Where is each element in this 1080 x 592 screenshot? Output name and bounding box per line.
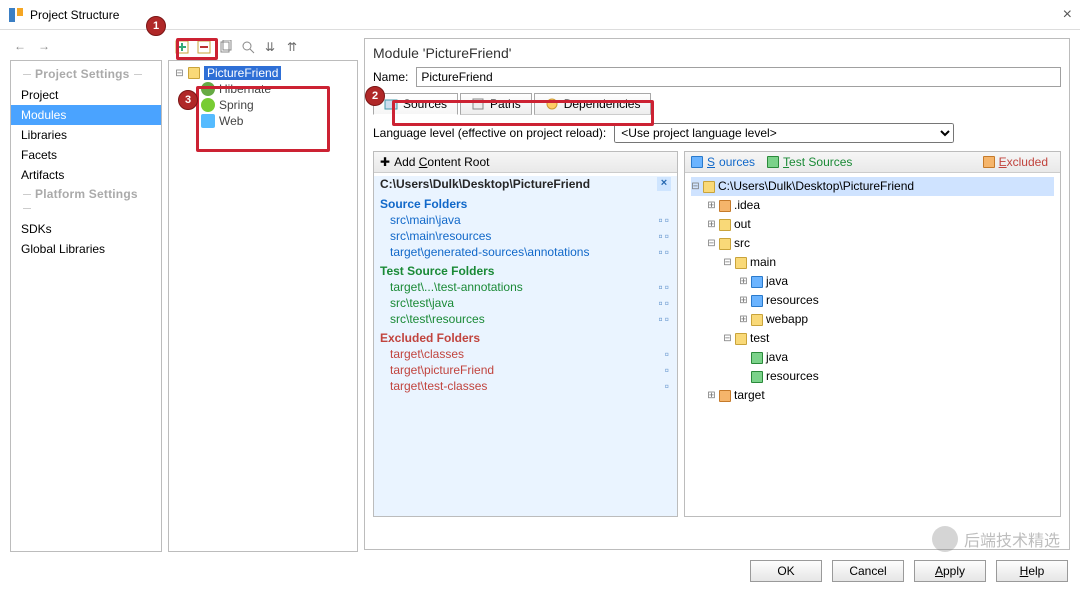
dir-root[interactable]: ⊟C:\Users\Dulk\Desktop\PictureFriend — [691, 177, 1054, 196]
dir-node[interactable]: ⊞.idea — [691, 196, 1054, 215]
deps-tab-icon — [545, 97, 559, 111]
window-title: Project Structure — [30, 8, 119, 22]
dir-node[interactable]: ⊟test — [691, 329, 1054, 348]
source-folders-header: Source Folders — [374, 193, 677, 212]
test-folder[interactable]: src\test\resources▫▫ — [374, 311, 677, 327]
hibernate-icon — [201, 82, 215, 96]
dir-node[interactable]: ⊞webapp — [691, 310, 1054, 329]
folder-actions[interactable]: ▫▫ — [658, 296, 671, 310]
module-tree: ⊟ PictureFriend Hibernate Spring Web — [168, 60, 358, 552]
excluded-legend[interactable]: Excluded — [999, 155, 1048, 169]
cancel-button[interactable]: Cancel — [832, 560, 904, 582]
add-content-root-icon[interactable]: ✚ — [380, 155, 390, 169]
back-icon[interactable]: ← — [12, 38, 28, 54]
web-icon — [201, 114, 215, 128]
paths-tab-icon — [471, 97, 485, 111]
watermark: 后端技术精选 — [932, 526, 1060, 552]
search-icon[interactable] — [240, 39, 256, 55]
app-logo-icon — [8, 7, 24, 23]
section-project-settings: Project Settings — [11, 65, 161, 85]
callout-2: 2 — [365, 86, 385, 106]
spring-icon — [201, 98, 215, 112]
remove-module-icon[interactable] — [196, 39, 212, 55]
excluded-folders-header: Excluded Folders — [374, 327, 677, 346]
test-folder[interactable]: target\...\test-annotations▫▫ — [374, 279, 677, 295]
test-folder[interactable]: src\test\java▫▫ — [374, 295, 677, 311]
test-folders-header: Test Source Folders — [374, 260, 677, 279]
settings-nav: Project Settings Project Modules Librari… — [10, 60, 162, 552]
module-toolbar: ⇊ ⇈ — [168, 38, 358, 60]
dir-node[interactable]: ⊟main — [691, 253, 1054, 272]
folder-actions[interactable]: ▫▫ — [658, 229, 671, 243]
folder-actions[interactable]: ▫ — [665, 379, 671, 393]
folder-actions[interactable]: ▫▫ — [658, 312, 671, 326]
help-button[interactable]: Help — [996, 560, 1068, 582]
folder-actions[interactable]: ▫ — [665, 347, 671, 361]
tab-paths[interactable]: Paths — [460, 93, 532, 115]
expand-all-icon[interactable]: ⇊ — [262, 39, 278, 55]
remove-root-icon[interactable]: × — [657, 177, 671, 191]
apply-button[interactable]: Apply — [914, 560, 986, 582]
close-icon[interactable]: × — [1063, 6, 1072, 24]
tests-legend-icon — [767, 156, 779, 168]
ok-button[interactable]: OK — [750, 560, 822, 582]
folder-actions[interactable]: ▫▫ — [658, 280, 671, 294]
nav-modules[interactable]: Modules — [11, 105, 161, 125]
dir-node[interactable]: ⊞resources — [691, 291, 1054, 310]
dir-node[interactable]: ⊞out — [691, 215, 1054, 234]
folder-actions[interactable]: ▫▫ — [658, 213, 671, 227]
collapse-icon[interactable]: ⊟ — [175, 68, 184, 79]
collapse-all-icon[interactable]: ⇈ — [284, 39, 300, 55]
facet-hibernate[interactable]: Hibernate — [175, 81, 351, 97]
add-module-icon[interactable] — [174, 39, 190, 55]
sources-legend-icon — [691, 156, 703, 168]
facet-spring[interactable]: Spring — [175, 97, 351, 113]
source-folder[interactable]: src\main\java▫▫ — [374, 212, 677, 228]
callout-1: 1 — [146, 16, 166, 36]
tab-dependencies[interactable]: Dependencies — [534, 93, 652, 115]
forward-icon[interactable]: → — [36, 38, 52, 54]
name-label: Name: — [373, 70, 408, 84]
dir-node[interactable]: ⊞java — [691, 272, 1054, 291]
nav-libraries[interactable]: Libraries — [11, 125, 161, 145]
module-icon — [188, 67, 200, 79]
copy-icon[interactable] — [218, 39, 234, 55]
content-root-panel: ✚ Add Content Root C:\Users\Dulk\Desktop\… — [373, 151, 678, 517]
module-root[interactable]: ⊟ PictureFriend — [175, 65, 351, 81]
tab-sources[interactable]: Sources — [373, 93, 458, 115]
dir-node[interactable]: resources — [691, 367, 1054, 386]
source-folder[interactable]: src\main\resources▫▫ — [374, 228, 677, 244]
folder-actions[interactable]: ▫▫ — [658, 245, 671, 259]
nav-global-libraries[interactable]: Global Libraries — [11, 239, 161, 259]
dir-node[interactable]: ⊞target — [691, 386, 1054, 405]
module-name-input[interactable] — [416, 67, 1061, 87]
language-level-select[interactable]: <Use project language level> — [614, 123, 954, 143]
dir-node[interactable]: ⊟src — [691, 234, 1054, 253]
nav-sdks[interactable]: SDKs — [11, 219, 161, 239]
directory-tree-panel: SSourcesources Test Sources Excluded ⊟C:… — [684, 151, 1061, 517]
excluded-folder[interactable]: target\pictureFriend▫ — [374, 362, 677, 378]
excluded-legend-icon — [983, 156, 995, 168]
dir-node[interactable]: java — [691, 348, 1054, 367]
section-platform-settings: Platform Settings — [11, 185, 161, 219]
facet-web[interactable]: Web — [175, 113, 351, 129]
excluded-folder[interactable]: target\classes▫ — [374, 346, 677, 362]
nav-project[interactable]: Project — [11, 85, 161, 105]
language-level-label: Language level (effective on project rel… — [373, 126, 606, 140]
add-content-root-label[interactable]: Add Content Root — [394, 155, 489, 169]
callout-3: 3 — [178, 90, 198, 110]
content-root-path[interactable]: C:\Users\Dulk\Desktop\PictureFriend× — [374, 173, 677, 193]
nav-facets[interactable]: Facets — [11, 145, 161, 165]
excluded-folder[interactable]: target\test-classes▫ — [374, 378, 677, 394]
tests-legend[interactable]: Test Sources — [783, 155, 852, 169]
nav-artifacts[interactable]: Artifacts — [11, 165, 161, 185]
module-title: Module 'PictureFriend' — [373, 45, 1061, 67]
folder-actions[interactable]: ▫ — [665, 363, 671, 377]
sources-tab-icon — [384, 97, 398, 111]
source-folder[interactable]: target\generated-sources\annotations▫▫ — [374, 244, 677, 260]
